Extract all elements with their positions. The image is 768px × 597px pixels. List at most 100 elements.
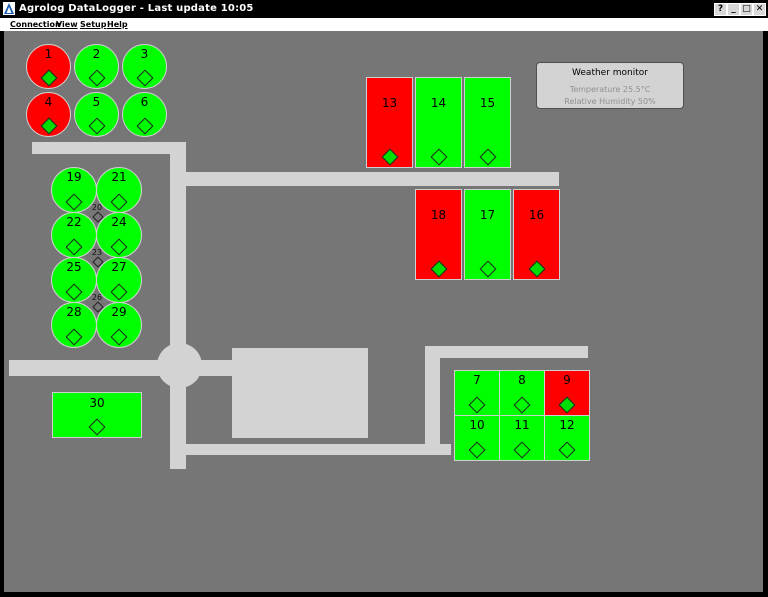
- minimize-icon[interactable]: _: [727, 3, 740, 16]
- silo-label: 21: [111, 170, 127, 184]
- silo-label: 15: [479, 96, 496, 110]
- menu-setup[interactable]: Setup: [80, 18, 106, 31]
- silo-label: 7: [473, 373, 481, 387]
- agrolog-logo-icon: [3, 2, 15, 15]
- sensor-diamond-icon: [110, 238, 128, 256]
- help-icon[interactable]: ?: [714, 3, 727, 16]
- silo-label: 14: [430, 96, 447, 110]
- silo-17[interactable]: 17: [464, 189, 511, 280]
- sensor-diamond-icon: [558, 441, 576, 459]
- silo-label: 1: [44, 47, 53, 61]
- silo-14[interactable]: 14: [415, 77, 462, 168]
- sensor-diamond-icon: [513, 396, 531, 414]
- silo-2[interactable]: 2: [74, 44, 119, 89]
- sensor-diamond-icon: [468, 441, 486, 459]
- silo-label: 9: [563, 373, 571, 387]
- silo-5[interactable]: 5: [74, 92, 119, 137]
- sensor-diamond-icon: [88, 69, 105, 87]
- sensor-diamond-icon: [479, 260, 496, 278]
- silo-9[interactable]: 9: [544, 370, 590, 416]
- menu-help[interactable]: Help: [107, 18, 128, 31]
- silo-3[interactable]: 3: [122, 44, 167, 89]
- silo-label: 27: [111, 260, 127, 274]
- silo-6[interactable]: 6: [122, 92, 167, 137]
- silo-13[interactable]: 13: [366, 77, 413, 168]
- silo-label: 29: [111, 305, 127, 319]
- humidity-readout: Relative Humidity 50%: [564, 97, 656, 106]
- road-junction: [157, 343, 202, 388]
- silo-30[interactable]: 30: [52, 392, 142, 438]
- sensor-diamond-icon: [88, 418, 106, 436]
- silo-label: 28: [66, 305, 82, 319]
- menu-connection[interactable]: Connection: [10, 18, 61, 31]
- silo-12[interactable]: 12: [544, 415, 590, 461]
- silo-label: 12: [559, 418, 575, 432]
- sensor-diamond-icon: [65, 328, 83, 346]
- sensor-diamond-icon: [40, 117, 57, 135]
- window-title: Agrolog DataLogger - Last update 10:05: [19, 3, 254, 14]
- close-icon[interactable]: ✕: [753, 3, 766, 16]
- road: [425, 346, 440, 453]
- silo-label: 18: [430, 208, 447, 222]
- sensor-diamond-icon: [110, 283, 128, 301]
- silo-16[interactable]: 16: [513, 189, 560, 280]
- silo-label: 4: [44, 95, 53, 109]
- sensor-diamond-icon: [65, 283, 83, 301]
- silo-4[interactable]: 4: [26, 92, 71, 137]
- silo-29[interactable]: 29: [96, 302, 142, 348]
- sensor-diamond-icon: [479, 148, 496, 166]
- sensor-diamond-icon: [528, 260, 545, 278]
- silo-label: 6: [140, 95, 149, 109]
- silo-11[interactable]: 11: [499, 415, 545, 461]
- sensor-diamond-icon: [88, 117, 105, 135]
- site-map: Weather monitor Temperature 25.5°C Relat…: [4, 31, 763, 592]
- silo-label: 17: [479, 208, 496, 222]
- silo-18[interactable]: 18: [415, 189, 462, 280]
- road: [425, 346, 588, 358]
- menu-view[interactable]: View: [56, 18, 78, 31]
- title-bar[interactable]: Agrolog DataLogger - Last update 10:05 ?…: [0, 0, 768, 18]
- sensor-diamond-icon: [430, 148, 447, 166]
- silo-label: 10: [469, 418, 485, 432]
- road: [32, 142, 186, 154]
- sensor-diamond-icon: [430, 260, 447, 278]
- silo-7[interactable]: 7: [454, 370, 500, 416]
- silo-8[interactable]: 8: [499, 370, 545, 416]
- silo-28[interactable]: 28: [51, 302, 97, 348]
- sensor-diamond-icon: [110, 328, 128, 346]
- weather-monitor[interactable]: Weather monitor Temperature 25.5°C Relat…: [536, 62, 684, 109]
- weather-title: Weather monitor: [572, 68, 648, 78]
- silo-label: 11: [514, 418, 530, 432]
- sensor-diamond-icon: [65, 193, 83, 211]
- building: [232, 348, 368, 438]
- silo-label: 3: [140, 47, 149, 61]
- road: [170, 142, 186, 469]
- road: [170, 172, 559, 186]
- silo-label: 25: [66, 260, 82, 274]
- temperature-readout: Temperature 25.5°C: [569, 85, 651, 94]
- silo-label: 19: [66, 170, 82, 184]
- menu-bar: Connection View Setup Help: [0, 18, 768, 31]
- silo-label: 16: [528, 208, 545, 222]
- silo-15[interactable]: 15: [464, 77, 511, 168]
- silo-label: 13: [381, 96, 398, 110]
- sensor-diamond-icon: [558, 396, 576, 414]
- silo-label: 22: [66, 215, 82, 229]
- sensor-diamond-icon: [381, 148, 398, 166]
- sensor-diamond-icon: [110, 193, 128, 211]
- silo-10[interactable]: 10: [454, 415, 500, 461]
- silo-label: 24: [111, 215, 127, 229]
- silo-label: 30: [89, 396, 105, 410]
- silo-label: 8: [518, 373, 526, 387]
- silo-label: 2: [92, 47, 101, 61]
- sensor-diamond-icon: [468, 396, 486, 414]
- maximize-icon[interactable]: □: [740, 3, 753, 16]
- silo-label: 5: [92, 95, 101, 109]
- road: [170, 444, 451, 455]
- sensor-diamond-icon: [136, 69, 153, 87]
- sensor-diamond-icon: [513, 441, 531, 459]
- app-window: Agrolog DataLogger - Last update 10:05 ?…: [0, 0, 768, 597]
- sensor-diamond-icon: [40, 69, 57, 87]
- silo-1[interactable]: 1: [26, 44, 71, 89]
- sensor-diamond-icon: [136, 117, 153, 135]
